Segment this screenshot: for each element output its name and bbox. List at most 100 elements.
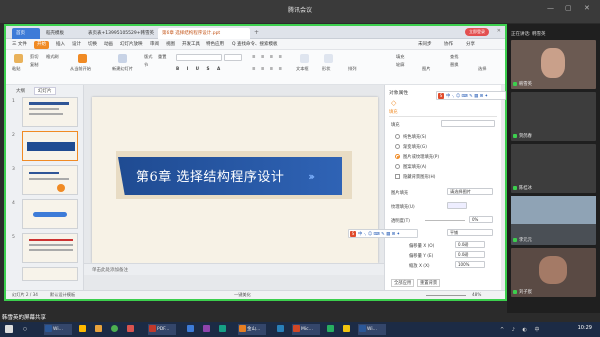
picture-fill-radio[interactable]	[395, 154, 400, 159]
pattern-fill-radio[interactable]	[395, 164, 400, 169]
layout-button[interactable]: 版式	[144, 54, 152, 60]
taskbar-item-app[interactable]	[276, 324, 286, 335]
menu-insert[interactable]: 插入	[56, 41, 65, 47]
video-tile[interactable]: 贺鸽春	[511, 92, 596, 141]
paragraph-buttons[interactable]: ≡ ≡ ≡ ≡	[252, 54, 284, 59]
menu-design[interactable]: 设计	[72, 41, 81, 47]
textbox-icon[interactable]	[300, 54, 309, 63]
menu-special[interactable]: 特色应用	[206, 41, 224, 47]
taskbar-clock[interactable]: 10:29	[578, 325, 592, 331]
menu-animation[interactable]: 动画	[104, 41, 113, 47]
new-slide-icon[interactable]	[118, 54, 127, 63]
taskbar-item-kingsoft[interactable]: 金山...	[238, 324, 266, 335]
tab-home[interactable]: 首页	[12, 28, 40, 39]
taskbar-item-browser[interactable]	[78, 324, 88, 335]
from-current-button[interactable]: 从当前开始	[70, 66, 91, 72]
select-button[interactable]: 选择	[478, 66, 486, 72]
taskbar-item-app[interactable]	[326, 324, 336, 335]
reset-button[interactable]: 重置	[158, 54, 166, 60]
cut-button[interactable]: 剪切	[30, 54, 38, 60]
tab-templates[interactable]: 稻壳模板	[42, 28, 82, 39]
current-slide[interactable]: 第6章 选择结构程序设计 ›››	[92, 97, 378, 263]
slide-thumbnail-4[interactable]	[22, 199, 78, 229]
fill-tab[interactable]: 填充	[389, 109, 398, 115]
offset-x-field[interactable]: 0.0磅	[455, 241, 485, 248]
arrange-button[interactable]: 排列	[348, 66, 356, 72]
menu-sync[interactable]: 未同步	[418, 41, 432, 47]
menu-view[interactable]: 视图	[166, 41, 175, 47]
taskbar-item-app[interactable]	[186, 324, 196, 335]
ime-icons[interactable]: 中 ·, ☺ ⌨ ✎ ▦ ⊞ ✦	[358, 231, 400, 237]
menu-share[interactable]: 分享	[466, 41, 475, 47]
section-button[interactable]: 节	[144, 62, 148, 68]
taskbar-item-word-2[interactable]: Wi...	[358, 324, 386, 335]
outline-button[interactable]: 轮廓	[396, 62, 404, 68]
taskbar-item-microsoft[interactable]: Mic...	[292, 324, 320, 335]
maximize-icon[interactable]: ▢	[565, 4, 572, 12]
copy-button[interactable]: 复制	[30, 62, 38, 68]
slides-tab[interactable]: 幻灯片	[34, 87, 56, 95]
new-tab-icon[interactable]: +	[254, 29, 259, 36]
menu-home[interactable]: 开始	[34, 40, 49, 49]
picture-button[interactable]: 图片	[422, 66, 430, 72]
notes-placeholder[interactable]: 单击此处添加备注	[92, 267, 128, 273]
video-tile[interactable]: 韩雪英	[511, 40, 596, 89]
menu-transition[interactable]: 切换	[88, 41, 97, 47]
new-slide-button[interactable]: 新建幻灯片	[112, 66, 133, 72]
font-style-buttons[interactable]: B I U S A	[176, 66, 223, 71]
taskbar-item-wps[interactable]	[126, 324, 136, 335]
menu-slideshow[interactable]: 幻灯片放映	[120, 41, 143, 47]
beautify-button[interactable]: 一键美化	[234, 292, 251, 298]
gradient-fill-radio[interactable]	[395, 144, 400, 149]
slide-thumbnail-5[interactable]	[22, 233, 78, 263]
menu-collab[interactable]: 协作	[444, 41, 453, 47]
texture-picker[interactable]	[447, 202, 467, 209]
tab-spreadsheet[interactable]: 表页表+13995105529+韩雪英	[84, 28, 156, 39]
font-size-field[interactable]	[224, 54, 242, 61]
paste-icon[interactable]	[14, 54, 23, 63]
zoom-slider[interactable]	[426, 295, 466, 296]
ime-icons[interactable]: 中 ·, ☺ ⌨ ✎ ▦ ⊞ ✦	[446, 93, 488, 99]
apply-all-button[interactable]: 全部应用	[391, 279, 415, 287]
paste-button[interactable]: 粘贴	[12, 66, 20, 72]
window-close-icon[interactable]: ✕	[497, 28, 501, 34]
menu-developer[interactable]: 开发工具	[182, 41, 200, 47]
replace-button[interactable]: 替换	[450, 62, 458, 68]
ime-toolbar-floating[interactable]: S 中 ·, ☺ ⌨ ✎ ▦ ⊞ ✦	[348, 229, 418, 238]
alignment-buttons[interactable]: ≡ ≡ ≡ ≡	[252, 66, 284, 71]
taskbar-item-word[interactable]: Wi...	[44, 324, 72, 335]
taskbar-item-chrome[interactable]	[110, 324, 120, 335]
slide-thumbnail-3[interactable]	[22, 165, 78, 195]
close-icon[interactable]: ✕	[584, 4, 590, 12]
play-icon[interactable]	[78, 54, 87, 63]
video-tile[interactable]: 陈桂冰	[511, 144, 596, 193]
taskbar-item-files[interactable]	[94, 324, 104, 335]
transparency-value[interactable]: 0%	[469, 216, 493, 223]
tab-ppt-document[interactable]: 第6章 选择结构程序设计.ppt	[158, 28, 250, 39]
transparency-slider[interactable]	[425, 220, 465, 221]
login-button[interactable]: 立即登录	[465, 28, 489, 36]
slide-title[interactable]: 第6章 选择结构程序设计	[136, 166, 284, 185]
scale-x-field[interactable]: 100%	[455, 261, 485, 268]
zoom-level[interactable]: 48%	[472, 292, 481, 297]
textbox-button[interactable]: 文本框	[296, 66, 309, 72]
font-name-field[interactable]	[176, 54, 222, 61]
slide-thumbnail-6[interactable]	[22, 267, 78, 281]
shape-icon[interactable]	[324, 54, 333, 63]
slide-thumbnail-2[interactable]	[22, 131, 78, 161]
command-search[interactable]: Q 查找命令、搜索模板	[232, 41, 277, 47]
taskbar-item-pdf[interactable]: PDF...	[148, 324, 176, 335]
format-painter-button[interactable]: 格式刷	[46, 54, 59, 60]
find-button[interactable]: 查找	[450, 54, 458, 60]
minimize-icon[interactable]: —	[547, 4, 554, 12]
reset-background-button[interactable]: 重置背景	[417, 279, 441, 287]
taskbar-item-app[interactable]	[202, 324, 212, 335]
picture-select-dropdown[interactable]: 请选择图片	[447, 188, 493, 195]
taskbar-item-app[interactable]	[342, 324, 352, 335]
fill-tab-icon[interactable]: ◇	[391, 99, 396, 107]
ime-toolbar[interactable]: S 中 ·, ☺ ⌨ ✎ ▦ ⊞ ✦	[436, 91, 506, 100]
menu-review[interactable]: 审阅	[150, 41, 159, 47]
offset-y-field[interactable]: 0.0磅	[455, 251, 485, 258]
outline-tab[interactable]: 大纲	[16, 88, 25, 94]
start-button[interactable]	[4, 324, 16, 335]
